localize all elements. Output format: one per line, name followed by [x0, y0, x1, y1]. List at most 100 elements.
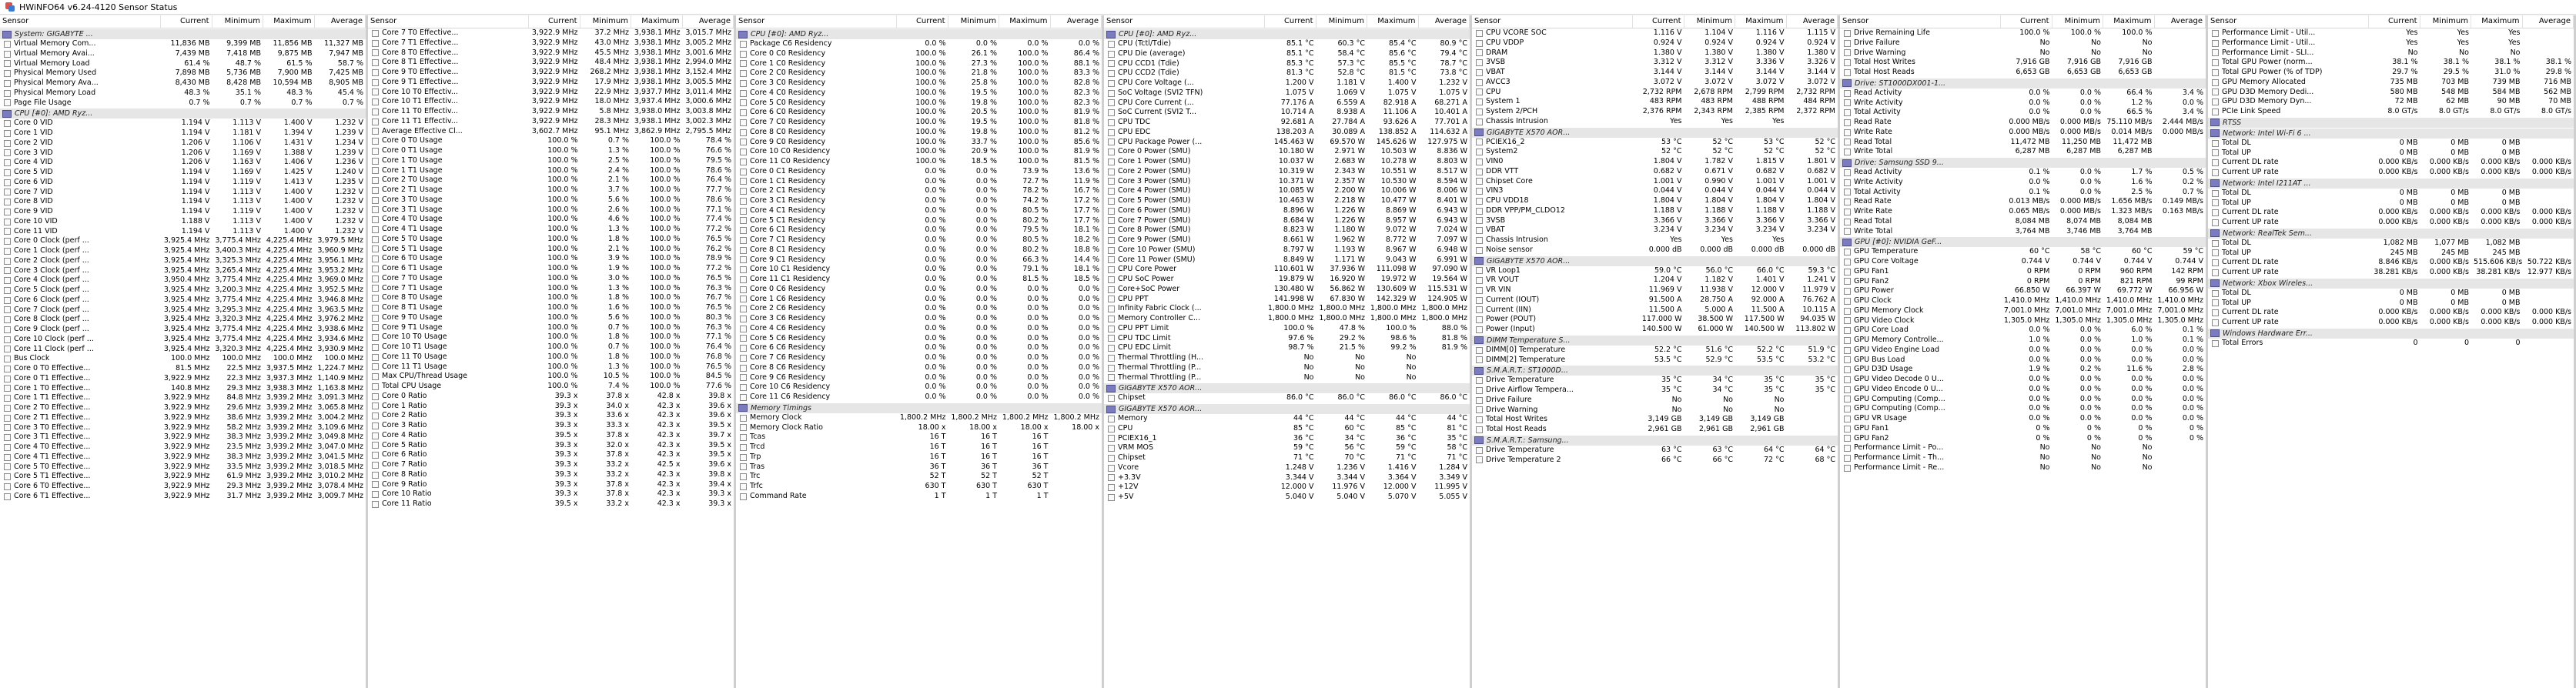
sensor-row[interactable]: Performance Limit - Util... Yes Yes Yes — [2208, 38, 2574, 48]
sensor-row[interactable]: Chassis Intrusion Yes Yes Yes — [1472, 235, 1838, 245]
sensor-row[interactable]: Virtual Memory Avai... 7,439 MB 7,418 MB 9,… — [0, 49, 366, 59]
sensor-row[interactable]: Package C6 Residency 0.0 % 0.0 % 0.0 % 0.0 % — [736, 39, 1102, 49]
sensor-row[interactable]: Core 0 T1 Effective... 3,922.9 MHz 22.3 MH… — [0, 374, 366, 384]
sensor-row[interactable]: Core 7 Ratio 39.3 x 33.2 x 42.5 x 39.6 x — [368, 460, 734, 470]
sensor-row[interactable]: DDR VPP/PM_CLDO12 1.188 V 1.188 V 1.188 V 1.… — [1472, 206, 1838, 216]
sensor-row[interactable]: Noise sensor 0.000 dB 0.000 dB 0.000 dB 0.00… — [1472, 245, 1838, 255]
sensor-row[interactable]: CPU (Tctl/Tdie) 85.1 °C 60.3 °C 85.4 °C 80.9… — [1104, 39, 1470, 49]
sensor-row[interactable]: Core 4 C0 Residency 100.0 % 19.5 % 100.0 % 8… — [736, 89, 1102, 99]
sensor-row[interactable]: Core 7 T1 Effective... 3,922.9 MHz 43.0 MH… — [368, 38, 734, 48]
sensor-group-header[interactable]: GIGABYTE X570 AOR... — [1104, 404, 1470, 414]
sensor-row[interactable]: Thermal Throttling (P... No No No — [1104, 363, 1470, 373]
sensor-row[interactable]: GPU Video Decode 0 U... 0.0 % 0.0 % 0.0 % 0.… — [1840, 375, 2206, 385]
sensor-row[interactable]: Current DL rate 0.000 KB/s 0.000 KB/s 0.000… — [2208, 158, 2574, 168]
sensor-group-header[interactable]: System: GIGABYTE ... — [0, 29, 366, 39]
sensor-row[interactable]: GPU Memory Allocated 735 MB 703 MB 739 MB 71… — [2208, 78, 2574, 88]
sensor-row[interactable]: Core 0 VID 1.194 V 1.113 V 1.400 V 1.232 V — [0, 119, 366, 129]
sensor-row[interactable]: GPU Computing (Comp... 0.0 % 0.0 % 0.0 % 0.0… — [1840, 404, 2206, 414]
sensor-row[interactable]: GPU Fan2 0 % 0 % 0 % 0 % — [1840, 434, 2206, 444]
sensor-row[interactable]: CPU TDC Limit 97.6 % 29.2 % 98.6 % 81.8 % — [1104, 334, 1470, 344]
sensor-row[interactable]: Core 1 Clock (perf ... 3,925.4 MHz 3,400.3… — [0, 246, 366, 256]
sensor-group-header[interactable]: S.M.A.R.T.: ST1000D... — [1472, 366, 1838, 376]
sensor-row[interactable]: Memory Controller C... 1,800.0 MHz 1,800.0… — [1104, 314, 1470, 324]
sensor-row[interactable]: Core 4 Power (SMU) 10.085 W 2.200 W 10.006 … — [1104, 186, 1470, 196]
sensor-row[interactable]: Core 8 C6 Residency 0.0 % 0.0 % 0.0 % 0.0 % — [736, 363, 1102, 373]
sensor-row[interactable]: Core 5 C0 Residency 100.0 % 19.8 % 100.0 % 8… — [736, 99, 1102, 109]
header-sensor[interactable]: Sensor — [0, 15, 161, 28]
header-minimum[interactable]: Minimum — [580, 15, 631, 28]
header-maximum[interactable]: Maximum — [1735, 15, 1787, 28]
sensor-row[interactable]: Tcas 16 T 16 T 16 T — [736, 433, 1102, 443]
sensor-row[interactable]: Core 7 C1 Residency 0.0 % 0.0 % 80.5 % 18.2 … — [736, 235, 1102, 245]
sensor-row[interactable]: Core 3 Ratio 39.3 x 33.3 x 42.3 x 39.5 x — [368, 421, 734, 431]
sensor-row[interactable]: Core 5 T1 Usage 100.0 % 2.1 % 100.0 % 76.2 % — [368, 245, 734, 255]
sensor-row[interactable]: Drive Airflow Tempera... 35 °C 34 °C 35 °C 3… — [1472, 386, 1838, 396]
sensor-row[interactable]: Core 2 C6 Residency 0.0 % 0.0 % 0.0 % 0.0 % — [736, 304, 1102, 314]
sensor-row[interactable]: Core 6 Ratio 39.3 x 37.8 x 42.3 x 39.5 x — [368, 450, 734, 460]
sensor-row[interactable]: Thermal Throttling (H... No No No — [1104, 353, 1470, 363]
sensor-row[interactable]: Core 3 C0 Residency 100.0 % 25.8 % 100.0 % 8… — [736, 78, 1102, 89]
sensor-row[interactable]: Core 10 C1 Residency 0.0 % 0.0 % 79.1 % 18.1… — [736, 265, 1102, 275]
sensor-row[interactable]: Core 1 C6 Residency 0.0 % 0.0 % 0.0 % 0.0 % — [736, 295, 1102, 305]
sensor-row[interactable]: Core 1 T1 Effective... 3,922.9 MHz 84.8 MH… — [0, 393, 366, 403]
sensor-row[interactable]: Current (IOUT) 91.500 A 28.750 A 92.000 A 76… — [1472, 296, 1838, 306]
sensor-row[interactable]: Physical Memory Used 7,898 MB 5,736 MB 7,90… — [0, 68, 366, 78]
sensor-row[interactable]: CPU CCD1 (Tdie) 85.3 °C 57.3 °C 85.5 °C 78.7… — [1104, 59, 1470, 69]
header-current[interactable]: Current — [161, 15, 212, 28]
sensor-row[interactable]: Performance Limit - Util... Yes Yes Yes — [2208, 28, 2574, 38]
sensor-row[interactable]: Total Activity 0.1 % 0.0 % 2.5 % 0.7 % — [1840, 188, 2206, 198]
sensor-row[interactable]: VIN3 0.044 V 0.044 V 0.044 V 0.044 V — [1472, 186, 1838, 196]
sensor-row[interactable]: Core 2 Ratio 39.3 x 33.6 x 42.3 x 39.6 x — [368, 411, 734, 421]
sensor-row[interactable]: CPU TDC 92.681 A 27.784 A 93.626 A 77.701 A — [1104, 118, 1470, 128]
sensor-row[interactable]: Total UP 0 MB 0 MB 0 MB — [2208, 149, 2574, 159]
sensor-row[interactable]: Core 0 T0 Effective... 81.5 MHz 22.5 MHz 3,… — [0, 364, 366, 374]
sensor-row[interactable]: CPU EDC Limit 98.7 % 21.5 % 99.2 % 81.9 % — [1104, 343, 1470, 353]
sensor-row[interactable]: Core+SoC Power 130.480 W 56.862 W 130.609 W… — [1104, 285, 1470, 295]
sensor-row[interactable]: VBAT 3.234 V 3.234 V 3.234 V 3.234 V — [1472, 225, 1838, 235]
sensor-row[interactable]: Chassis Intrusion Yes Yes Yes — [1472, 117, 1838, 127]
sensor-row[interactable]: Vcore 1.248 V 1.236 V 1.416 V 1.284 V — [1104, 463, 1470, 473]
sensor-row[interactable]: Core 11 Clock (perf ... 3,925.4 MHz 3,320.… — [0, 345, 366, 355]
sensor-row[interactable]: Core 10 T1 Usage 100.0 % 0.7 % 100.0 % 76.4 … — [368, 342, 734, 352]
sensor-row[interactable]: Core 8 C0 Residency 100.0 % 19.8 % 100.0 % 8… — [736, 128, 1102, 138]
sensor-row[interactable]: DIMM[0] Temperature 52.2 °C 51.6 °C 52.2 °C… — [1472, 346, 1838, 356]
sensor-row[interactable]: Write Rate 0.000 MB/s 0.000 MB/s 0.014 MB/s… — [1840, 128, 2206, 138]
sensor-row[interactable]: Core 2 T0 Usage 100.0 % 2.1 % 100.0 % 76.4 % — [368, 175, 734, 185]
header-maximum[interactable]: Maximum — [263, 15, 315, 28]
sensor-group-header[interactable]: Memory Timings — [736, 402, 1102, 413]
sensor-row[interactable]: Core 11 C0 Residency 100.0 % 18.5 % 100.0 %… — [736, 157, 1102, 167]
sensor-row[interactable]: DRAM 1.380 V 1.380 V 1.380 V 1.380 V — [1472, 48, 1838, 58]
header-sensor[interactable]: Sensor — [1472, 15, 1633, 28]
sensor-row[interactable]: Core 3 T1 Usage 100.0 % 2.6 % 100.0 % 77.1 % — [368, 205, 734, 215]
sensor-row[interactable]: Core 3 T0 Effective... 3,922.9 MHz 58.2 MH… — [0, 423, 366, 433]
sensor-row[interactable]: GPU Fan1 0 % 0 % 0 % 0 % — [1840, 424, 2206, 434]
sensor-row[interactable]: Infinity Fabric Clock (... 1,800.0 MHz 1,8… — [1104, 304, 1470, 314]
sensor-row[interactable]: Core 2 C1 Residency 0.0 % 0.0 % 78.2 % 16.7 … — [736, 186, 1102, 196]
sensor-row[interactable]: Core 0 T1 Usage 100.0 % 1.3 % 100.0 % 76.6 % — [368, 146, 734, 156]
sensor-row[interactable]: Core 5 T1 Effective... 3,922.9 MHz 61.9 MH… — [0, 472, 366, 482]
sensor-row[interactable]: CPU Die (average) 85.1 °C 58.4 °C 85.6 °C 79… — [1104, 49, 1470, 59]
sensor-row[interactable]: Core 4 T1 Effective... 3,922.9 MHz 38.3 MH… — [0, 453, 366, 463]
sensor-row[interactable]: Core 2 T0 Effective... 3,922.9 MHz 29.6 MH… — [0, 403, 366, 413]
sensor-row[interactable]: Core 8 Power (SMU) 8.823 W 1.180 W 9.072 W7… — [1104, 225, 1470, 235]
sensor-row[interactable]: Read Total 11,472 MB 11,250 MB 11,472 MB — [1840, 138, 2206, 148]
sensor-row[interactable]: SoC Current (SVI2 T... 10.714 A 8.938 A 11.… — [1104, 108, 1470, 118]
sensor-row[interactable]: CPU Core Power 110.601 W 37.936 W 111.098 W… — [1104, 265, 1470, 275]
sensor-row[interactable]: Core 2 T1 Effective... 3,922.9 MHz 38.6 MH… — [0, 413, 366, 423]
header-minimum[interactable]: Minimum — [1316, 15, 1367, 28]
sensor-row[interactable]: Core 2 C0 Residency 100.0 % 21.8 % 100.0 % 8… — [736, 68, 1102, 78]
header-current[interactable]: Current — [529, 15, 580, 28]
header-maximum[interactable]: Maximum — [999, 15, 1051, 28]
sensor-row[interactable]: Tras 36 T 36 T 36 T — [736, 463, 1102, 473]
sensor-row[interactable]: Core 3 C1 Residency 0.0 % 0.0 % 74.2 % 17.2 … — [736, 196, 1102, 206]
sensor-row[interactable]: CPU VDD18 1.804 V 1.804 V 1.804 V 1.804 V — [1472, 196, 1838, 206]
sensor-row[interactable]: Drive Temperature 2 66 °C 66 °C 72 °C 68 °C — [1472, 456, 1838, 466]
sensor-row[interactable]: GPU Video Engine Load 0.0 % 0.0 % 0.0 % 0.0 … — [1840, 346, 2206, 356]
sensor-group-header[interactable]: Windows Hardware Err... — [2208, 328, 2574, 339]
sensor-row[interactable]: Total Host Reads 6,653 GB 6,653 GB 6,653 GB — [1840, 68, 2206, 78]
sensor-row[interactable]: Trcd 16 T 16 T 16 T — [736, 443, 1102, 453]
sensor-row[interactable]: Core 1 C1 Residency 0.0 % 0.0 % 72.7 % 11.9 … — [736, 177, 1102, 187]
sensor-row[interactable]: Core 3 Power (SMU) 10.371 W 2.357 W 10.530 … — [1104, 177, 1470, 187]
sensor-row[interactable]: Thermal Throttling (P... No No No — [1104, 373, 1470, 383]
sensor-row[interactable]: GPU D3D Memory Dedi... 580 MB 548 MB 584 MB… — [2208, 88, 2574, 98]
